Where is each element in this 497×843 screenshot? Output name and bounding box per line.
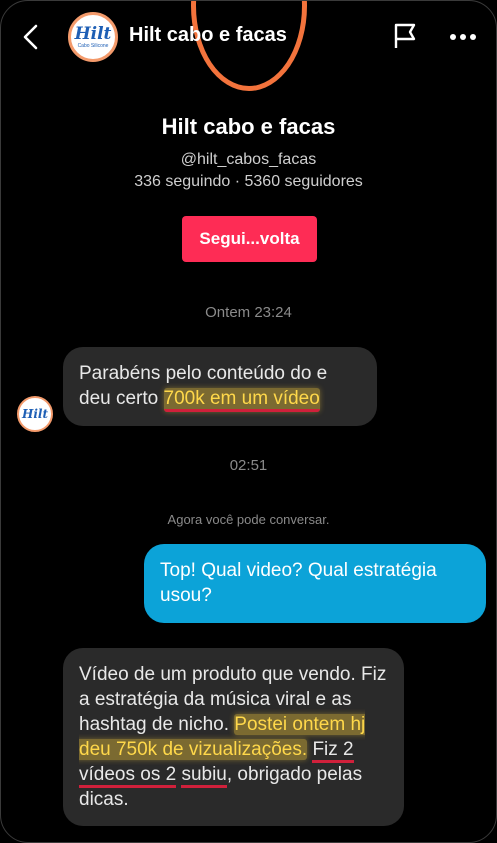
profile-name: Hilt cabo e facas [161, 114, 336, 139]
avatar-logo: Hilt [74, 23, 112, 44]
incoming-message[interactable]: Vídeo de um produto que vendo. Fiz a est… [63, 648, 404, 826]
header-avatar[interactable]: Hilt Cabo Silicone [68, 12, 118, 62]
profile-handle: @hilt_cabos_facas [180, 151, 317, 168]
flag-icon[interactable] [391, 22, 419, 50]
timestamp: Ontem 23:24 [205, 304, 292, 321]
incoming-message[interactable]: Parabéns pelo conteúdo do e deu certo 70… [63, 347, 377, 426]
chevron-left-icon[interactable] [19, 23, 43, 51]
follow-back-button[interactable]: Segui...volta [182, 216, 317, 262]
avatar-logo: Hilt [22, 407, 48, 421]
header-title[interactable]: Hilt cabo e facas [129, 24, 287, 47]
chat-header: Hilt Cabo Silicone Hilt cabo e facas [1, 1, 496, 71]
message-text: Top! Qual video? Qual estratégia usou? [160, 560, 437, 606]
profile-stats: 336 seguindo · 5360 seguidores [134, 173, 363, 190]
underlined-text: subiu [181, 764, 227, 788]
timestamp: 02:51 [229, 457, 268, 474]
more-horizontal-icon[interactable] [448, 25, 478, 49]
system-message: Agora você pode conversar. [167, 512, 330, 527]
outgoing-message[interactable]: Top! Qual video? Qual estratégia usou? [144, 544, 486, 623]
highlighted-text: 700k em um vídeo [163, 388, 320, 412]
chat-screen: Hilt Cabo Silicone Hilt cabo e facas Hil… [0, 0, 497, 843]
sender-avatar[interactable]: Hilt [17, 396, 53, 432]
avatar-logo-sub: Cabo Silicone [77, 42, 109, 49]
